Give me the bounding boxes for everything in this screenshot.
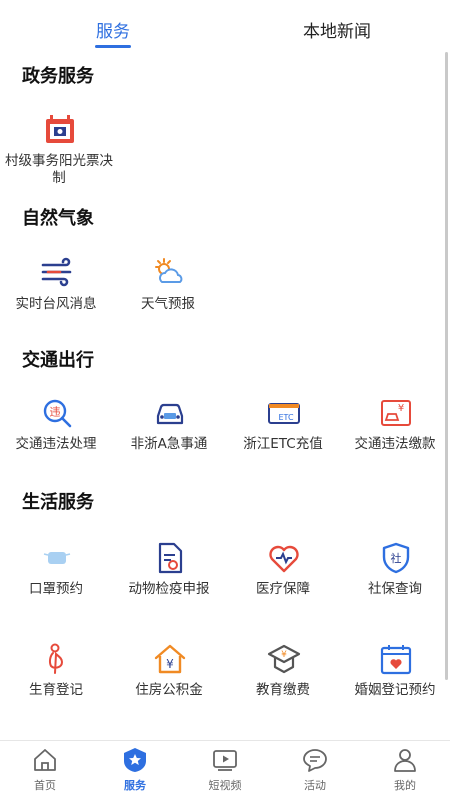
- user-icon: [394, 749, 416, 772]
- svg-text:¥: ¥: [166, 657, 174, 671]
- active-tab-indicator: [95, 45, 131, 48]
- service-label: 住房公积金: [135, 682, 203, 698]
- service-label: 教育缴费: [256, 682, 310, 698]
- nav-short-video[interactable]: 短视频: [180, 741, 270, 800]
- nav-activities[interactable]: 活动: [270, 741, 360, 800]
- tab-services[interactable]: 服务: [96, 17, 130, 42]
- service-label: 动物检疫申报: [128, 581, 210, 597]
- mask-icon: [43, 552, 71, 564]
- violation-search-icon: 违: [43, 399, 72, 428]
- video-play-icon: [213, 750, 237, 771]
- home-icon: [34, 749, 56, 771]
- section-title-weather: 自然气象: [22, 208, 94, 229]
- social-security-shield-icon: 社: [382, 542, 410, 574]
- svg-text:¥: ¥: [398, 403, 404, 414]
- chat-bubble-icon: [303, 749, 327, 772]
- service-label: 口罩预约: [29, 581, 83, 597]
- sun-cloud-icon: [155, 258, 183, 283]
- car-icon: [156, 403, 184, 425]
- service-label: 天气预报: [141, 296, 195, 312]
- typhoon-wind-icon: [41, 257, 72, 287]
- nav-label: 我的: [394, 779, 416, 792]
- nav-mine[interactable]: 我的: [360, 741, 450, 800]
- house-yen-icon: ¥: [154, 644, 186, 674]
- bottom-nav-bar: 首页 服务 短视频 活动 我的: [0, 740, 450, 800]
- top-tab-bar: 服务 本地新闻: [0, 0, 450, 52]
- svg-text:社: 社: [391, 551, 402, 565]
- nav-label: 活动: [304, 779, 326, 792]
- service-label: 非浙A急事通: [130, 436, 208, 452]
- service-label: 婚姻登记预约: [354, 682, 436, 698]
- svg-text:违: 违: [50, 406, 61, 419]
- svg-text:ETC: ETC: [278, 413, 293, 422]
- section-title-gov: 政务服务: [22, 66, 94, 87]
- tab-local-news[interactable]: 本地新闻: [303, 17, 371, 42]
- service-label: 浙江ETC充值: [243, 436, 323, 452]
- document-icon: [158, 542, 183, 574]
- etc-card-icon: ETC: [268, 403, 300, 424]
- star-badge-icon: [124, 748, 146, 772]
- calendar-heart-icon: [380, 645, 412, 675]
- mortarboard-yen-icon: ¥: [267, 644, 301, 674]
- section-title-life: 生活服务: [22, 492, 94, 513]
- pregnancy-icon: [48, 643, 64, 674]
- service-label: 实时台风消息: [15, 296, 97, 312]
- svg-text:¥: ¥: [281, 650, 287, 660]
- service-label: 交通违法处理: [15, 436, 97, 452]
- payment-car-icon: ¥: [381, 400, 411, 426]
- service-label: 社保查询: [368, 581, 422, 597]
- nav-services[interactable]: 服务: [90, 741, 180, 800]
- service-label: 交通违法缴款: [354, 436, 436, 452]
- village-vote-icon: [46, 115, 74, 143]
- nav-label: 短视频: [208, 779, 242, 792]
- service-label: 生育登记: [29, 682, 83, 698]
- service-label: 村级事务阳光票决制: [5, 153, 113, 186]
- nav-label: 服务: [124, 779, 146, 792]
- nav-home[interactable]: 首页: [0, 741, 90, 800]
- heart-medical-icon: [269, 545, 299, 573]
- service-label: 医疗保障: [256, 581, 310, 597]
- section-title-traffic: 交通出行: [22, 350, 94, 371]
- nav-label: 首页: [34, 779, 56, 792]
